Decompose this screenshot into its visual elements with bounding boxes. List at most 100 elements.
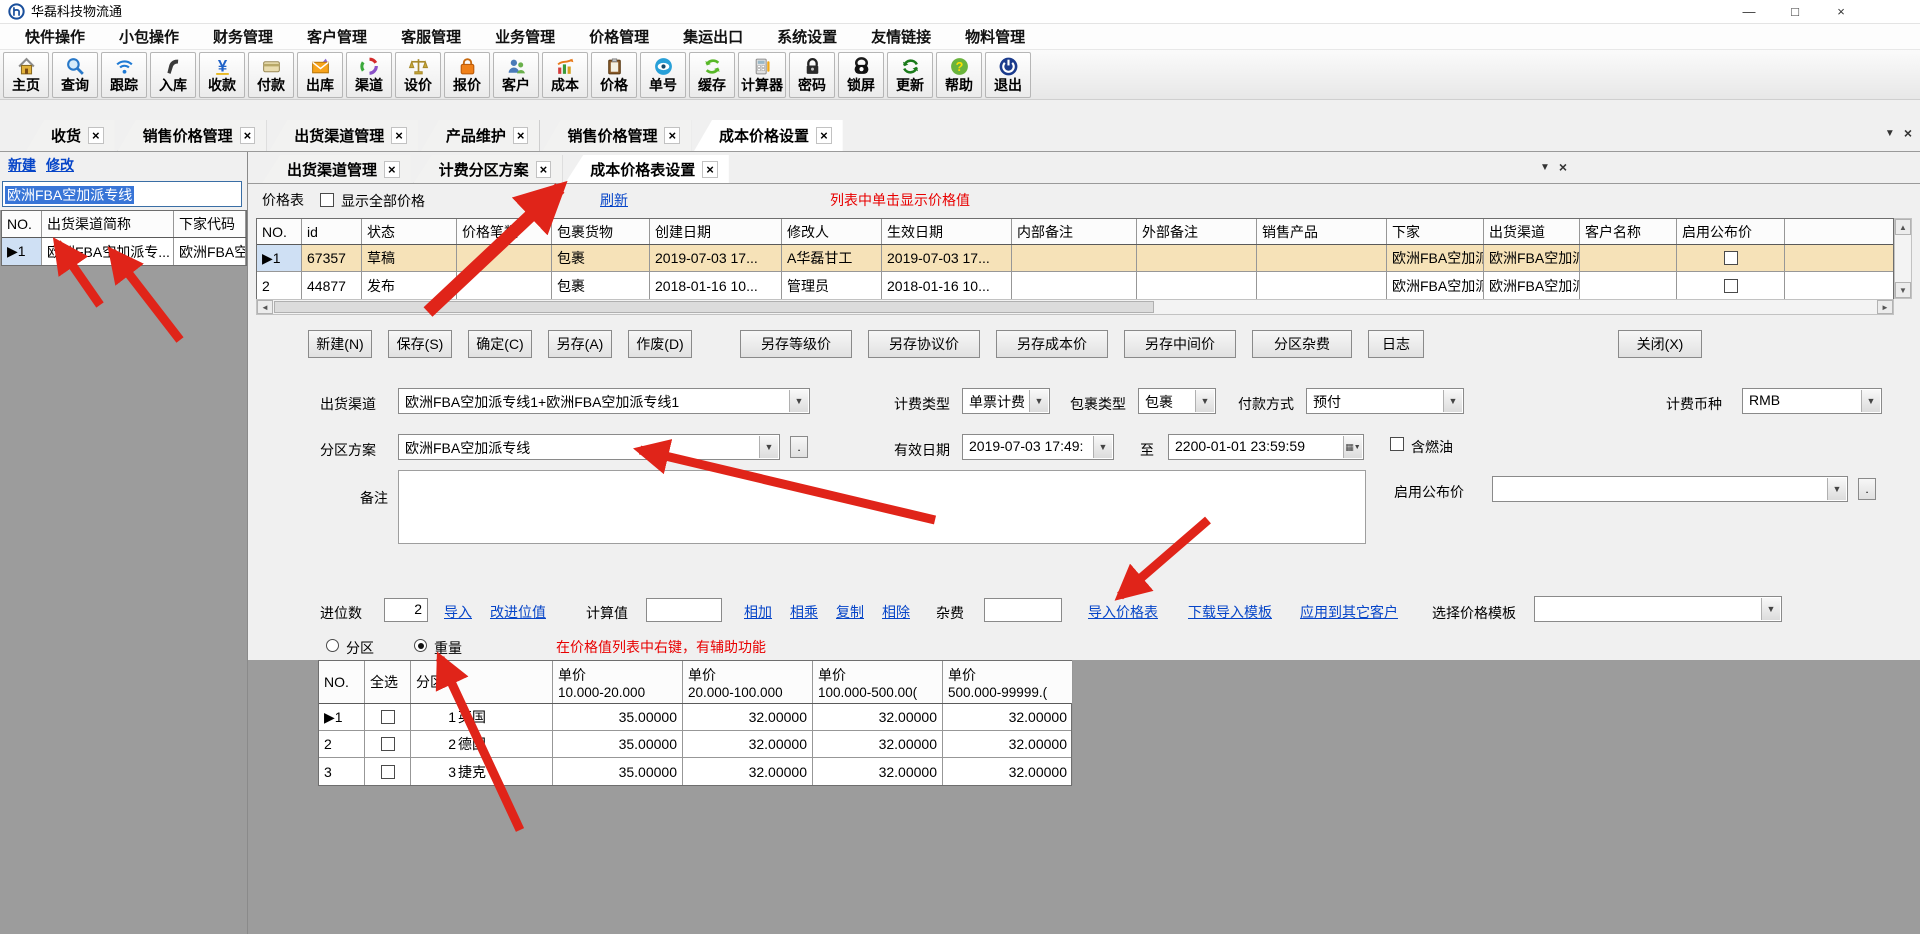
outbound-envelope-button[interactable]: 出库 [297,52,343,98]
chevron-down-icon[interactable]: ▼ [759,436,778,458]
row-select-checkbox[interactable] [381,710,395,724]
apply-to-other-customers-link[interactable]: 应用到其它客户 [1300,602,1398,622]
misc-fee-input[interactable] [984,598,1062,622]
exit-power-button[interactable]: 退出 [985,52,1031,98]
chevron-down-icon[interactable]: ▼ [1443,390,1462,412]
menu-consolidation-export[interactable]: 集运出口 [666,26,760,47]
tab-cost-price-settings-close-icon[interactable]: × [816,127,832,144]
public-price-browse-button[interactable]: . [1858,478,1876,500]
tab-sales-price-management-2-close-icon[interactable]: × [664,127,680,144]
price-list-row[interactable]: 244877发布包裹2018-01-16 10...管理员2018-01-16 … [257,272,1893,299]
menu-express-operations[interactable]: 快件操作 [8,26,102,47]
channel-button[interactable]: 渠道 [346,52,392,98]
chevron-down-icon[interactable]: ▼ [1861,390,1880,412]
weight-table-row[interactable]: ▶11英国35.0000032.0000032.0000032.00000 [319,704,1071,731]
receive-payment-button[interactable]: ¥收款 [199,52,245,98]
zone-plan-select[interactable]: 欧洲FBA空加派专线 ▼ [398,434,780,460]
chevron-down-icon[interactable]: ▼ [1029,390,1048,412]
menu-customer-management[interactable]: 客户管理 [290,26,384,47]
cost-chart-button[interactable]: 成本 [542,52,588,98]
tab-sales-price-management-1-close-icon[interactable]: × [240,127,256,144]
save-as-grade-price-button[interactable]: 另存等级价 [740,330,852,358]
remark-textarea[interactable] [398,470,1366,544]
price-list-row[interactable]: ▶167357草稿包裹2019-07-03 17...A华磊甘工2019-07-… [257,245,1893,272]
valid-from-select[interactable]: 2019-07-03 17:49: ▼ [962,434,1114,460]
price-table-hscrollbar[interactable]: ◄ ► [256,299,1894,315]
inner-tab-shipping-channel-management[interactable]: 出货渠道管理× [262,155,411,183]
currency-select[interactable]: RMB ▼ [1742,388,1882,414]
valid-to-datepicker[interactable]: 2200-01-01 23:59:59 ▦▼ [1168,434,1364,460]
help-button[interactable]: ?帮助 [936,52,982,98]
channel-list-row[interactable]: ▶1欧洲FBA空加派专...欧洲FBA空... [2,238,246,265]
add-link[interactable]: 相加 [744,602,772,622]
save-button[interactable]: 保存(S) [388,330,452,358]
main-tab-close-icon[interactable]: × [1904,125,1912,141]
fuel-included-checkbox[interactable] [1390,437,1404,451]
cache-refresh-button[interactable]: 缓存 [689,52,735,98]
close-icon[interactable]: × [1818,0,1864,23]
new-button[interactable]: 新建(N) [308,330,372,358]
inner-tab-billing-zone-plan[interactable]: 计费分区方案× [414,155,563,183]
import-link[interactable]: 导入 [444,602,472,622]
inner-tab-dropdown-icon[interactable]: ▼ [1540,162,1550,173]
inner-tab-cost-price-table-settings-close-icon[interactable]: × [702,161,718,178]
save-as-middle-price-button[interactable]: 另存中间价 [1124,330,1236,358]
row-select-checkbox[interactable] [381,765,395,779]
password-lock-button[interactable]: 密码 [789,52,835,98]
minimize-icon[interactable]: — [1726,0,1772,23]
billing-type-select[interactable]: 单票计费 ▼ [962,388,1050,414]
weight-table-row[interactable]: 22德国35.0000032.0000032.0000032.00000 [319,731,1071,758]
public-price-select[interactable]: ▼ [1492,476,1848,502]
scroll-right-icon[interactable]: ► [1877,300,1893,314]
confirm-button[interactable]: 确定(C) [468,330,532,358]
weight-table-row[interactable]: 33捷克35.0000032.0000032.0000032.00000 [319,758,1071,785]
tab-receiving-close-icon[interactable]: × [88,127,104,144]
weight-mode-radio[interactable] [414,639,427,652]
new-link[interactable]: 新建 [8,155,36,175]
lock-screen-button[interactable]: 锁屏 [838,52,884,98]
public-price-checkbox[interactable] [1724,251,1738,265]
zone-mode-radio[interactable] [326,639,339,652]
scroll-down-icon[interactable]: ▼ [1895,282,1911,298]
chevron-down-icon[interactable]: ▼ [789,390,808,412]
import-price-table-link[interactable]: 导入价格表 [1088,602,1158,622]
inner-tab-shipping-channel-management-close-icon[interactable]: × [384,161,400,178]
zone-misc-fee-button[interactable]: 分区杂费 [1252,330,1352,358]
update-button[interactable]: 更新 [887,52,933,98]
zone-plan-browse-button[interactable]: . [790,436,808,458]
modify-link[interactable]: 修改 [46,155,74,175]
menu-price-management[interactable]: 价格管理 [572,26,666,47]
refresh-link[interactable]: 刷新 [600,190,628,210]
tab-product-maintenance[interactable]: 产品维护× [421,120,540,151]
pay-card-button[interactable]: 付款 [248,52,294,98]
menu-material-management[interactable]: 物料管理 [948,26,1042,47]
tracking-wifi-button[interactable]: 跟踪 [101,52,147,98]
scroll-left-icon[interactable]: ◄ [257,300,273,314]
quote-bag-button[interactable]: 报价 [444,52,490,98]
chevron-down-icon[interactable]: ▼ [1195,390,1214,412]
tab-shipping-channel-management-close-icon[interactable]: × [391,127,407,144]
divide-link[interactable]: 相除 [882,602,910,622]
menu-business-management[interactable]: 业务管理 [478,26,572,47]
tab-sales-price-management-2[interactable]: 销售价格管理× [542,120,691,151]
channel-filter-input[interactable]: 欧洲FBA空加派专线 [2,181,242,207]
payment-method-select[interactable]: 预付 ▼ [1306,388,1464,414]
tab-sales-price-management-1[interactable]: 销售价格管理× [118,120,267,151]
scroll-up-icon[interactable]: ▲ [1895,219,1911,235]
inner-tab-billing-zone-plan-close-icon[interactable]: × [536,161,552,178]
price-table-vscrollbar[interactable]: ▲ ▼ [1894,218,1912,299]
inbound-scanner-button[interactable]: 入库 [150,52,196,98]
customer-button[interactable]: 客户 [493,52,539,98]
copy-link[interactable]: 复制 [836,602,864,622]
save-as-cost-price-button[interactable]: 另存成本价 [996,330,1108,358]
change-carry-link[interactable]: 改进位值 [490,602,546,622]
menu-friendly-links[interactable]: 友情链接 [854,26,948,47]
search-button[interactable]: 查询 [52,52,98,98]
tab-shipping-channel-management[interactable]: 出货渠道管理× [269,120,418,151]
carry-digits-input[interactable]: 2 [384,598,428,622]
inner-tab-cost-price-table-settings[interactable]: 成本价格表设置× [565,155,729,183]
void-button[interactable]: 作废(D) [628,330,692,358]
save-as-button[interactable]: 另存(A) [548,330,612,358]
calculator-button[interactable]: 计算器 [738,52,786,98]
chevron-down-icon[interactable]: ▼ [1761,598,1780,620]
